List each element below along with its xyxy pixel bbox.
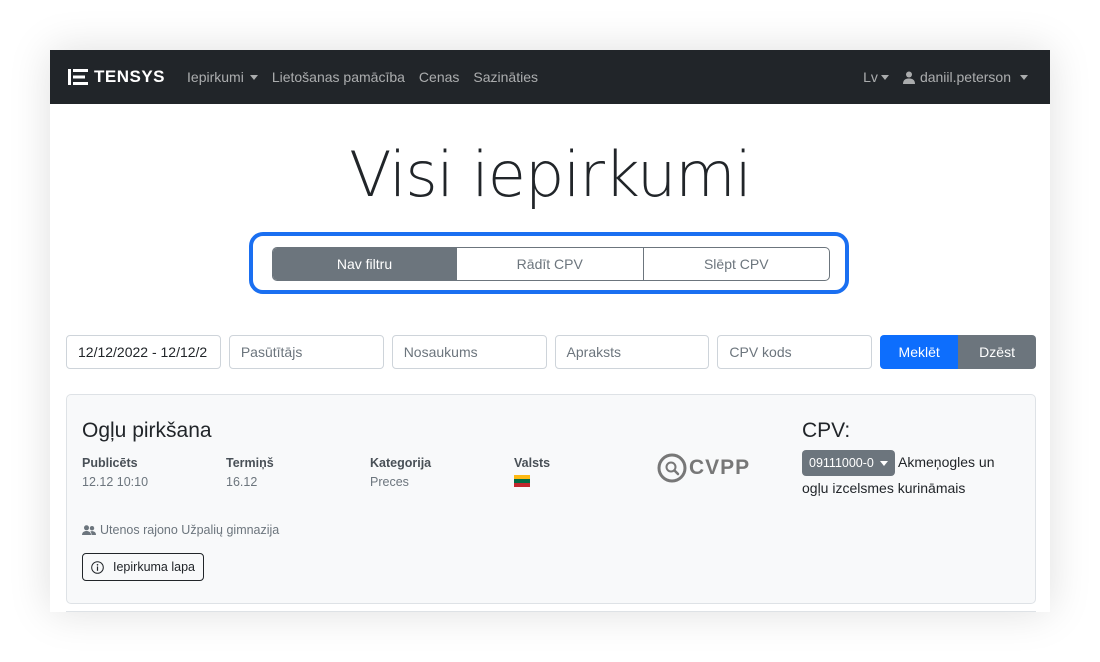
nav-contact[interactable]: Sazināties <box>473 69 538 85</box>
customer-input[interactable]: Pasūtītājs <box>228 335 384 369</box>
divider <box>66 611 1036 612</box>
cvpp-logo-text: CVPP <box>689 456 751 479</box>
brand-logo[interactable]: TENSYS <box>68 67 165 87</box>
filter-bar: 12/12/2022 - 12/12/2 Pasūtītājs Nosaukum… <box>66 335 1037 369</box>
navbar: TENSYS Iepirkumi Lietošanas pamācība Cen… <box>50 50 1050 104</box>
country-field: Valsts <box>514 456 550 487</box>
nav-iepirkumi-label: Iepirkumi <box>187 69 244 85</box>
page-title: Visi iepirkumi <box>50 138 1050 211</box>
published-value: 12.12 10:10 <box>82 475 149 489</box>
nav-prices[interactable]: Cenas <box>419 69 459 85</box>
info-icon <box>91 560 104 574</box>
nav-user-guide-label: Lietošanas pamācība <box>271 69 405 85</box>
category-field: Kategorija Preces <box>370 456 431 489</box>
brand-name: TENSYS <box>94 67 166 86</box>
buyer-info: Utenos rajono Užpalių gimnazija <box>82 523 279 537</box>
buyer-name: Utenos rajono Užpalių gimnazija <box>100 523 280 537</box>
procurement-page-button[interactable]: Iepirkuma lapa <box>82 553 204 581</box>
procurement-title: Ogļu pirkšana <box>82 419 212 442</box>
category-label: Kategorija <box>370 456 432 470</box>
toggle-hide-cpv[interactable]: Slēpt CPV <box>642 248 830 280</box>
cpv-code-label: 09111000-0 <box>809 455 874 470</box>
people-icon <box>82 524 96 535</box>
procurement-page-label: Iepirkuma lapa <box>113 560 195 574</box>
published-label: Publicēts <box>82 456 138 470</box>
view-toggle-group: Nav filtru Rādīt CPV Slēpt CPV <box>272 247 830 281</box>
app-window: TENSYS Iepirkumi Lietošanas pamācība Cen… <box>50 50 1050 612</box>
chevron-down-icon <box>879 460 888 466</box>
nav-prices-label: Cenas <box>418 69 460 85</box>
username-label: daniil.peterson <box>919 69 1011 85</box>
published-field: Publicēts 12.12 10:10 <box>82 456 148 489</box>
cvpp-search-logo-icon <box>657 453 687 483</box>
deadline-field: Termiņš 16.12 <box>226 456 274 489</box>
description-input[interactable]: Apraksts <box>554 335 710 369</box>
chevron-down-icon <box>1020 74 1028 80</box>
chevron-down-icon <box>880 74 889 80</box>
toggle-show-cpv[interactable]: Rādīt CPV <box>456 248 643 280</box>
user-icon <box>902 71 915 84</box>
nav-contact-label: Sazināties <box>473 69 538 85</box>
name-input[interactable]: Nosaukums <box>391 335 547 369</box>
language-dropdown[interactable]: Lv <box>863 69 889 85</box>
country-label: Valsts <box>514 456 551 470</box>
tensys-logo-icon <box>68 69 88 85</box>
chevron-down-icon <box>249 74 258 80</box>
deadline-label: Termiņš <box>226 456 274 470</box>
cpv-code-dropdown[interactable]: 09111000-0 <box>802 450 895 477</box>
nav-user-guide[interactable]: Lietošanas pamācība <box>272 69 405 85</box>
deadline-value: 16.12 <box>226 475 258 489</box>
procurement-card: Ogļu pirkšana Publicēts 12.12 10:10 Term… <box>66 394 1036 604</box>
lithuania-flag-icon <box>514 475 530 487</box>
search-button[interactable]: Meklēt <box>880 335 959 369</box>
toggle-no-filters[interactable]: Nav filtru <box>273 248 456 280</box>
cvpp-source-logo: CVPP <box>657 453 750 483</box>
cpv-heading: CPV: <box>802 419 851 442</box>
language-label: Lv <box>863 69 878 85</box>
user-menu-dropdown[interactable]: daniil.peterson <box>902 69 1028 85</box>
cpv-code-input[interactable]: CPV kods <box>717 335 873 369</box>
nav-iepirkumi-dropdown[interactable]: Iepirkumi <box>187 69 258 85</box>
category-value: Preces <box>370 475 409 489</box>
cpv-entry: 09111000-0 Akmeņogles un ogļu izcelsmes … <box>802 450 1022 501</box>
navbar-right: Lv daniil.peterson <box>863 69 1032 85</box>
date-range-input[interactable]: 12/12/2022 - 12/12/2 <box>66 335 221 369</box>
page-title-text: Visi iepirkumi <box>349 138 752 211</box>
clear-button[interactable]: Dzēst <box>958 335 1037 369</box>
